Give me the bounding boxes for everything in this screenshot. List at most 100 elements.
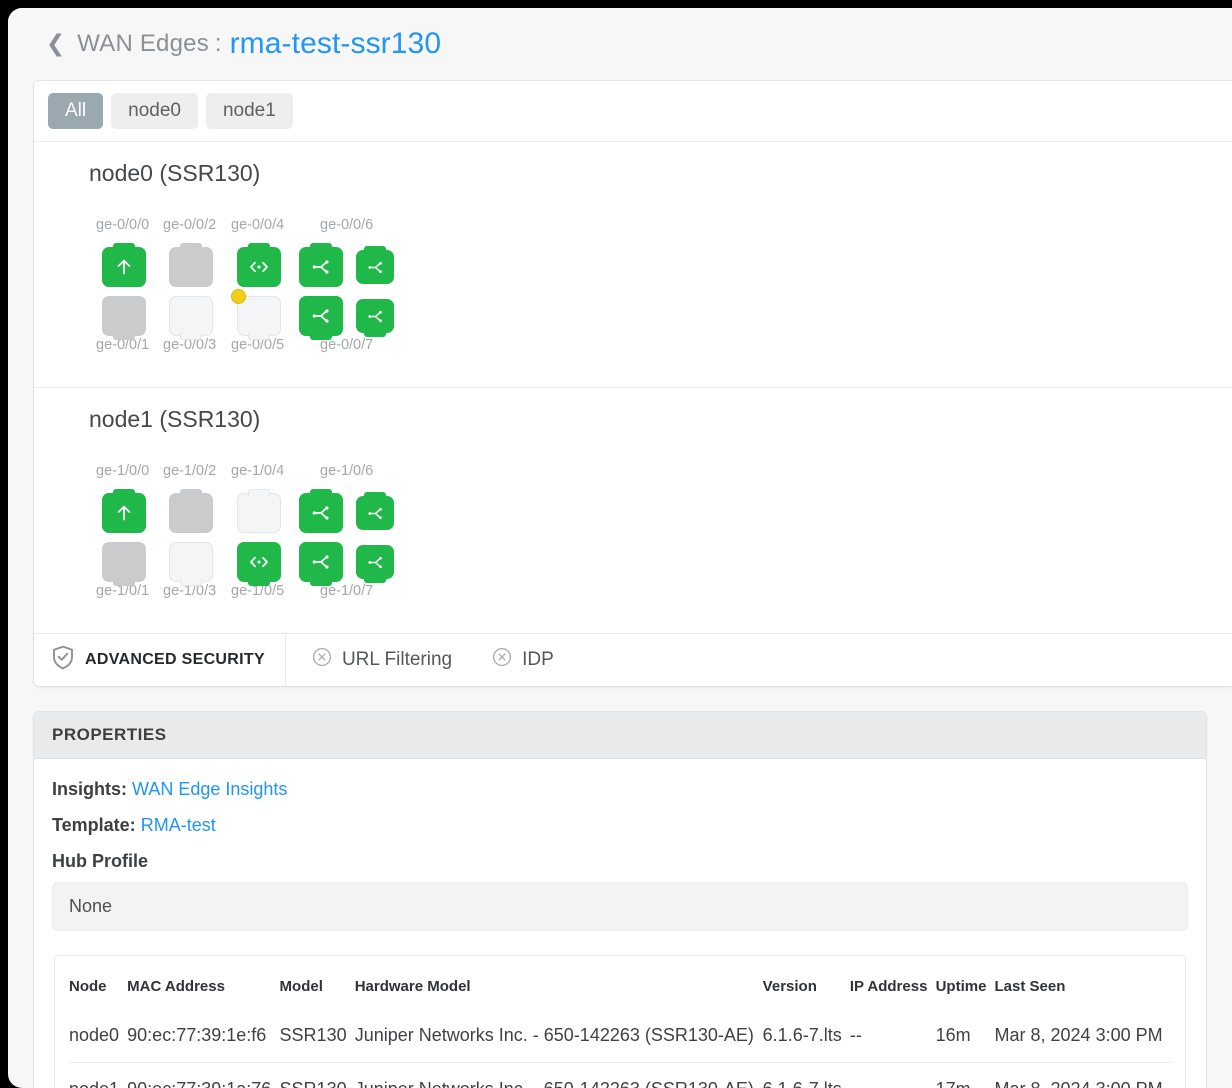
port-label: ge-1/0/4	[231, 463, 284, 479]
port-ge-1/0/7[interactable]	[356, 545, 394, 579]
table-cell-hardware-model: Juniper Networks Inc. - 650-142263 (SSR1…	[355, 1009, 763, 1063]
port-ge-1/0/1[interactable]	[102, 542, 146, 582]
port-connector-tab	[180, 579, 202, 586]
port-connector-tab	[113, 333, 135, 340]
breadcrumb-parent-link[interactable]: WAN Edges	[77, 30, 209, 58]
properties-body: Insights: WAN Edge Insights Template: RM…	[34, 759, 1206, 1088]
table-cell-version: 6.1.6-7.lts	[763, 1063, 850, 1088]
port-label: ge-0/0/4	[231, 217, 284, 233]
port-label: ge-1/0/0	[96, 463, 149, 479]
table-cell-mac: 90:ec:77:39:1a:76	[127, 1063, 279, 1088]
advanced-security-label: ADVANCED SECURITY	[85, 651, 265, 669]
port-connector-tab	[248, 333, 270, 340]
share-icon	[300, 248, 342, 286]
port-ge-0/0/1[interactable]	[102, 296, 146, 336]
port-label: ge-0/0/6	[320, 217, 373, 233]
port-ge-1/0/7[interactable]	[299, 542, 343, 582]
table-col-header: MAC Address	[127, 964, 279, 1009]
security-item-label: IDP	[522, 649, 554, 671]
code-icon	[238, 248, 280, 286]
advanced-security-items: URL Filtering IDP	[286, 634, 554, 686]
port-ge-0/0/7[interactable]	[356, 299, 394, 333]
port-ge-0/0/3[interactable]	[169, 296, 213, 336]
table-col-header: Version	[763, 964, 850, 1009]
table-cell-model: SSR130	[280, 1009, 355, 1063]
port-connector-tab	[180, 333, 202, 340]
arrow-up-icon	[103, 248, 145, 286]
share-icon	[357, 251, 393, 283]
port-ge-0/0/4[interactable]	[237, 247, 281, 287]
table-col-header: IP Address	[850, 964, 936, 1009]
tab-node0[interactable]: node0	[111, 93, 198, 129]
chevron-left-icon[interactable]: ❮	[46, 33, 65, 56]
circle-x-icon	[312, 647, 332, 673]
table-cell-model: SSR130	[280, 1063, 355, 1088]
share-icon	[357, 546, 393, 578]
table-cell-last-seen: Mar 8, 2024 3:00 PM	[995, 1009, 1171, 1063]
port-ge-1/0/6[interactable]	[356, 496, 394, 530]
tab-node1[interactable]: node1	[206, 93, 293, 129]
node-block: node1 (SSR130)ge-1/0/0ge-1/0/2ge-1/0/4ge…	[34, 387, 1232, 633]
app-page: ❮ WAN Edges : rma-test-ssr130 Allnode0no…	[8, 8, 1232, 1088]
port-ge-1/0/5[interactable]	[237, 542, 281, 582]
advanced-security-bar: ADVANCED SECURITY URL Filtering IDP	[34, 633, 1232, 686]
port-ge-1/0/0[interactable]	[102, 493, 146, 533]
device-card: Allnode0node1 node0 (SSR130) ge-0/0/0 ge-0…	[33, 80, 1232, 687]
security-item[interactable]: IDP	[492, 647, 554, 673]
node-block: node0 (SSR130) ge-0/0/0 ge-0/0/2 ge-0/0/4 ge…	[34, 142, 1232, 387]
page-title: rma-test-ssr130	[230, 27, 442, 61]
shield-check-icon	[52, 645, 74, 675]
circle-x-icon	[492, 647, 512, 673]
port-ge-0/0/2[interactable]	[169, 247, 213, 287]
table-cell-uptime: 16m	[936, 1009, 995, 1063]
table-cell-node: node1	[69, 1063, 127, 1088]
properties-heading: PROPERTIES	[34, 712, 1206, 759]
table-cell-node: node0	[69, 1009, 127, 1063]
node-tab-bar: Allnode0node1	[34, 81, 1232, 142]
port-connector-tab	[180, 489, 202, 496]
port-status-dot	[231, 289, 246, 304]
port-ge-0/0/0[interactable]	[102, 247, 146, 287]
advanced-security-title: ADVANCED SECURITY	[34, 634, 286, 686]
table-col-header: Uptime	[936, 964, 995, 1009]
port-label: ge-0/0/2	[163, 217, 216, 233]
port-grid: ge-1/0/0ge-1/0/2ge-1/0/4ge-1/0/6ge-1/0/1…	[34, 455, 1232, 623]
table-row: node090:ec:77:39:1e:f6SSR130Juniper Netw…	[69, 1009, 1171, 1063]
tab-all[interactable]: All	[48, 93, 103, 129]
security-item[interactable]: URL Filtering	[312, 647, 452, 673]
table-cell-hardware-model: Juniper Networks Inc. - 650-142263 (SSR1…	[355, 1063, 763, 1088]
table-row: node190:ec:77:39:1a:76SSR130Juniper Netw…	[69, 1063, 1171, 1088]
port-ge-0/0/7[interactable]	[299, 296, 343, 336]
port-ge-1/0/6[interactable]	[299, 493, 343, 533]
template-row: Template: RMA-test	[52, 815, 1188, 836]
template-link[interactable]: RMA-test	[141, 815, 216, 835]
port-ge-1/0/4[interactable]	[237, 493, 281, 533]
table-col-header: Last Seen	[995, 964, 1171, 1009]
arrow-up-icon	[103, 494, 145, 532]
port-label: ge-0/0/0	[96, 217, 149, 233]
security-item-label: URL Filtering	[342, 649, 452, 671]
table-cell-uptime: 17m	[936, 1063, 995, 1088]
breadcrumb: ❮ WAN Edges : rma-test-ssr130	[8, 8, 1232, 80]
insights-row: Insights: WAN Edge Insights	[52, 779, 1188, 800]
node-table: NodeMAC AddressModelHardware ModelVersio…	[69, 964, 1171, 1088]
port-label: ge-1/0/2	[163, 463, 216, 479]
node-table-container: NodeMAC AddressModelHardware ModelVersio…	[54, 955, 1186, 1088]
hub-profile-select[interactable]: None	[52, 882, 1188, 931]
node-title: node1 (SSR130)	[34, 406, 1232, 433]
port-ge-0/0/6[interactable]	[356, 250, 394, 284]
table-col-header: Hardware Model	[355, 964, 763, 1009]
share-icon	[300, 494, 342, 532]
node-title: node0 (SSR130)	[34, 160, 1232, 187]
port-ge-1/0/3[interactable]	[169, 542, 213, 582]
table-cell-last-seen: Mar 8, 2024 3:00 PM	[995, 1063, 1171, 1088]
port-ge-1/0/2[interactable]	[169, 493, 213, 533]
table-header-row: NodeMAC AddressModelHardware ModelVersio…	[69, 964, 1171, 1009]
port-ge-0/0/6[interactable]	[299, 247, 343, 287]
table-cell-version: 6.1.6-7.lts	[763, 1009, 850, 1063]
table-col-header: Node	[69, 964, 127, 1009]
wan-edge-insights-link[interactable]: WAN Edge Insights	[132, 779, 287, 799]
table-cell-mac: 90:ec:77:39:1e:f6	[127, 1009, 279, 1063]
port-connector-tab	[113, 579, 135, 586]
code-icon	[238, 543, 280, 581]
